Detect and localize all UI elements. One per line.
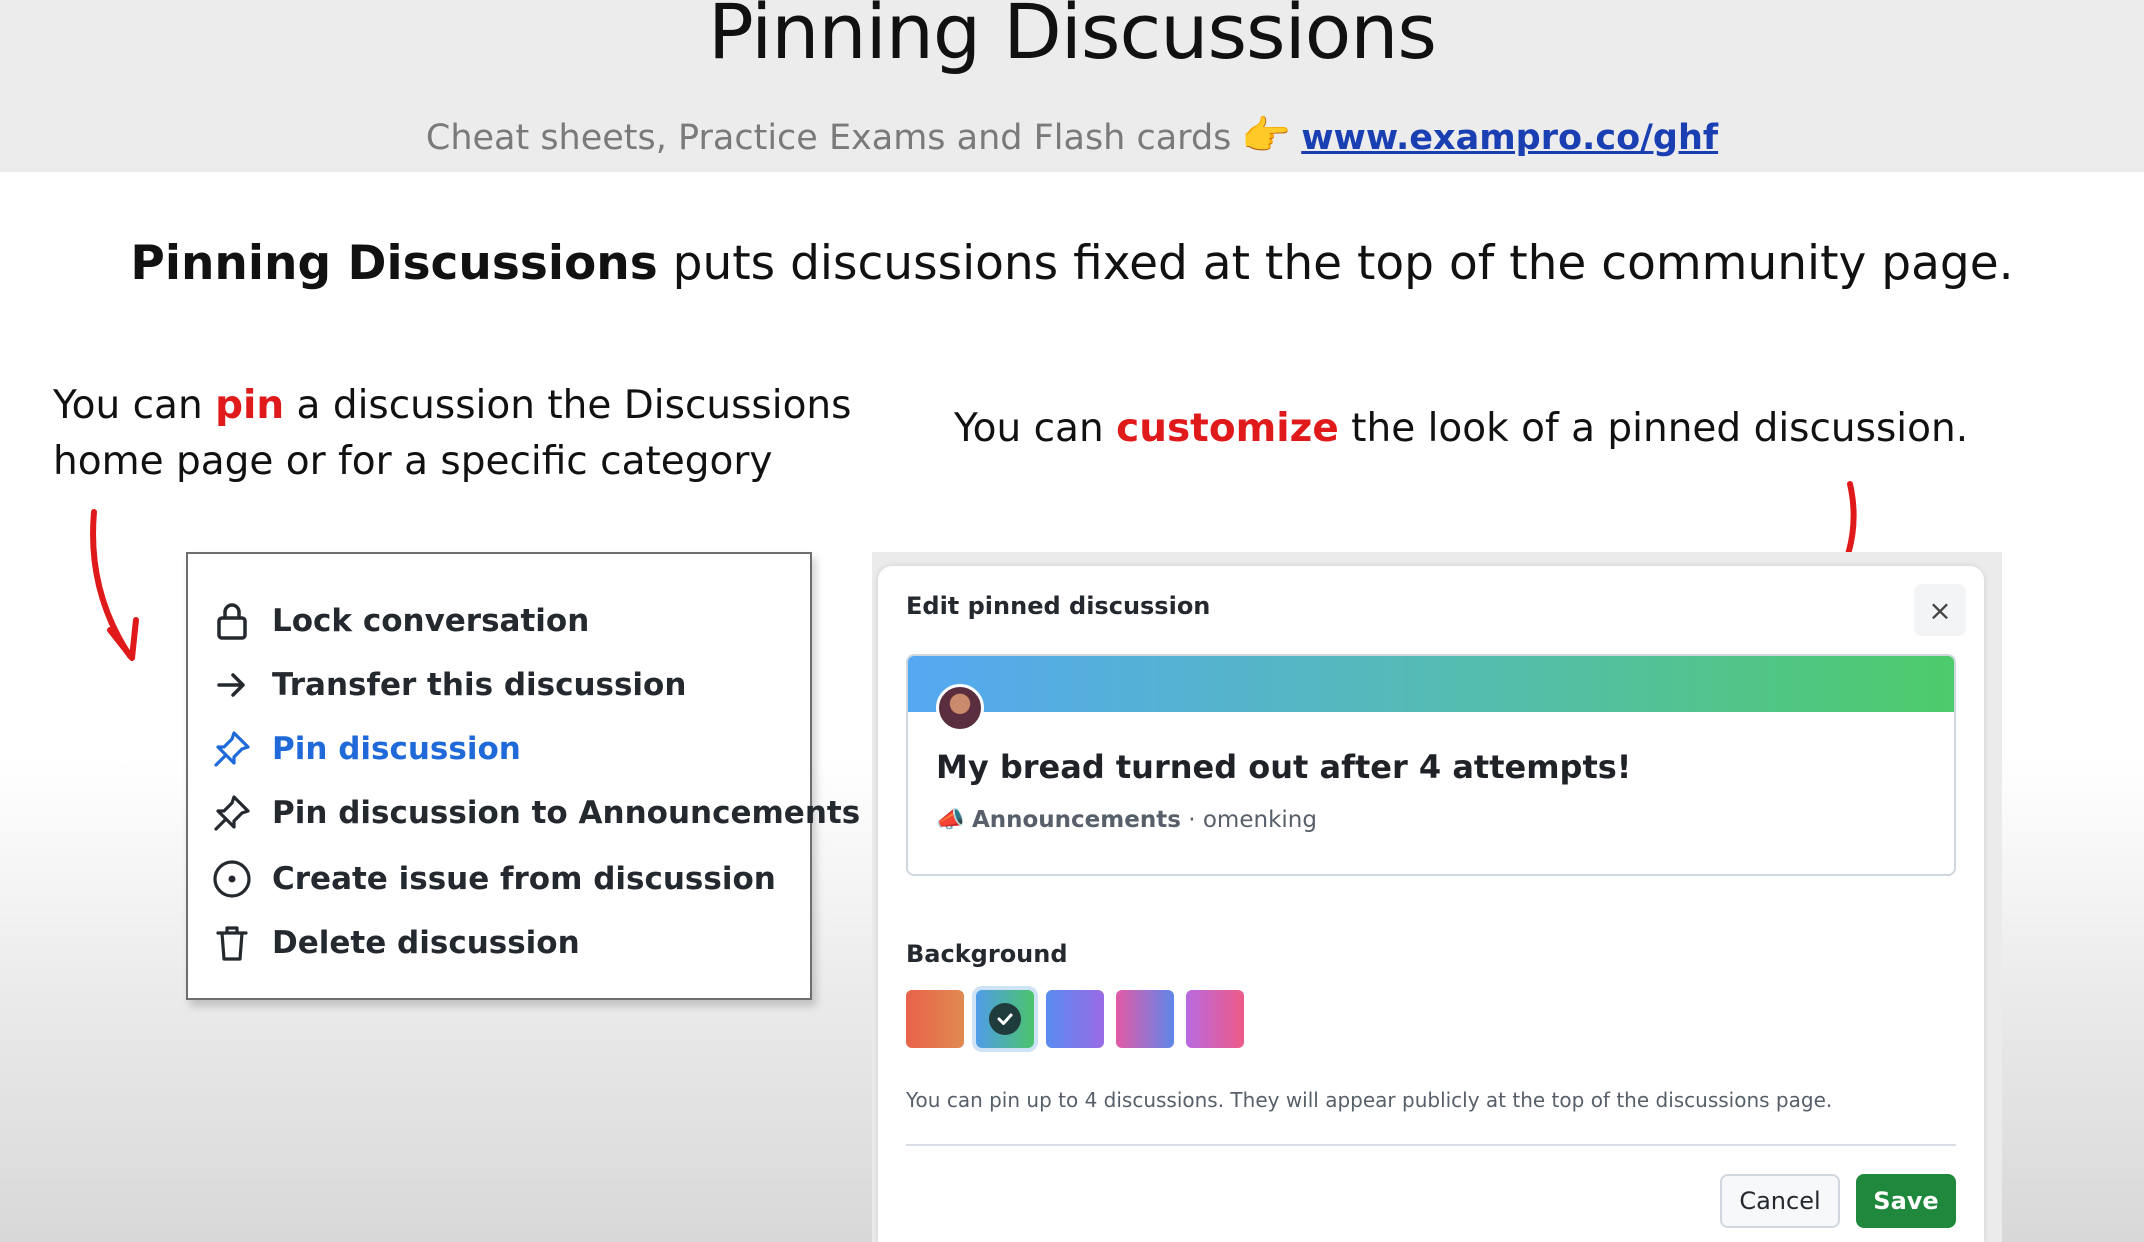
note-left: You can pin a discussion the Discussions… — [53, 378, 873, 490]
page-title: Pinning Discussions — [707, 0, 1437, 76]
menu-item-label: Lock conversation — [272, 603, 590, 639]
note-right-after: the look of a pinned discussion. — [1338, 406, 1969, 451]
swatch-pink-blue[interactable] — [1116, 990, 1174, 1048]
preview-author: omenking — [1202, 807, 1317, 833]
arrow-right-icon — [212, 665, 252, 705]
discussion-options-menu: Lock conversation Transfer this discussi… — [186, 552, 860, 1000]
swatch-orange-red[interactable] — [906, 990, 964, 1048]
pinned-discussion-preview: My bread turned out after 4 attempts! 📣 … — [906, 654, 1956, 876]
menu-item-pin-discussion[interactable]: Pin discussion — [212, 724, 521, 774]
meta-separator: · — [1180, 807, 1203, 833]
note-right-before: You can — [954, 406, 1117, 451]
menu-item-transfer-discussion[interactable]: Transfer this discussion — [212, 660, 686, 710]
menu-item-pin-to-announcements[interactable]: Pin discussion to Announcements — [212, 788, 860, 838]
note-right-highlight: customize — [1116, 406, 1339, 451]
menu-item-label: Pin discussion to Announcements — [272, 795, 861, 831]
lead-sentence: Pinning Discussions puts discussions fix… — [0, 236, 2144, 291]
menu-item-label: Delete discussion — [272, 925, 580, 961]
preview-category: Announcements — [971, 807, 1181, 833]
megaphone-icon: 📣 — [936, 807, 965, 833]
lead-bold: Pinning Discussions — [130, 236, 658, 291]
subtitle-text: Cheat sheets, Practice Exams and Flash c… — [425, 118, 1232, 158]
note-left-before: You can — [53, 383, 216, 428]
swatch-pink-purple[interactable] — [1186, 990, 1244, 1048]
divider — [906, 1144, 1956, 1146]
preview-gradient-banner — [908, 656, 1954, 712]
menu-item-delete-discussion[interactable]: Delete discussion — [212, 918, 580, 968]
lead-rest: puts discussions fixed at the top of the… — [657, 236, 2014, 291]
swatch-blue-green[interactable] — [976, 990, 1034, 1048]
dialog-title: Edit pinned discussion — [906, 592, 1211, 620]
preview-title: My bread turned out after 4 attempts! — [936, 748, 1632, 786]
red-arrow-left-icon — [90, 509, 139, 661]
menu-item-label: Create issue from discussion — [272, 861, 776, 897]
swatch-blue-purple[interactable] — [1046, 990, 1104, 1048]
save-button[interactable]: Save — [1856, 1174, 1956, 1228]
note-left-highlight: pin — [215, 383, 285, 428]
note-right: You can customize the look of a pinned d… — [954, 406, 2054, 451]
lock-icon — [212, 601, 252, 641]
close-icon: × — [1928, 593, 1952, 627]
menu-item-label: Transfer this discussion — [272, 667, 687, 703]
trash-icon — [212, 923, 252, 963]
pointing-hand-icon: 👉 — [1241, 113, 1292, 159]
menu-item-label: Pin discussion — [272, 731, 521, 767]
background-label: Background — [906, 940, 1068, 968]
exampro-link[interactable]: www.exampro.co/ghf — [1301, 118, 1718, 158]
edit-pinned-discussion-dialog: Edit pinned discussion × My bread turned… — [878, 566, 1984, 1242]
menu-item-lock-conversation[interactable]: Lock conversation — [212, 596, 589, 646]
issue-opened-icon — [212, 859, 252, 899]
preview-meta: 📣 Announcements · omenking — [936, 806, 1317, 833]
close-button[interactable]: × — [1914, 584, 1966, 636]
pin-limit-hint: You can pin up to 4 discussions. They wi… — [906, 1088, 1833, 1112]
pin-icon — [212, 729, 252, 769]
cancel-button[interactable]: Cancel — [1720, 1174, 1840, 1228]
subtitle: Cheat sheets, Practice Exams and Flash c… — [0, 112, 2144, 159]
pin-icon — [212, 793, 252, 833]
avatar — [936, 684, 984, 732]
checkmark-icon — [989, 1003, 1021, 1035]
menu-item-create-issue[interactable]: Create issue from discussion — [212, 854, 776, 904]
